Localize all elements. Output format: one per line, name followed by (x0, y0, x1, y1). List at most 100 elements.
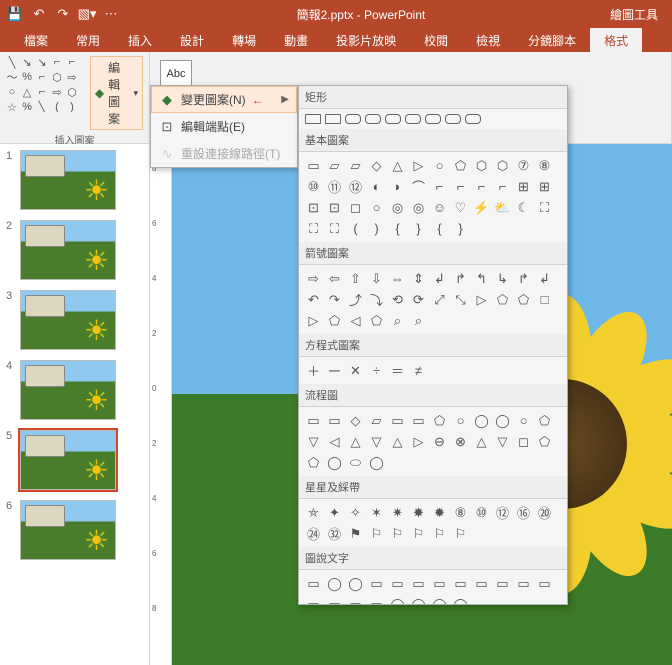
shape-option[interactable]: ⬠ (431, 412, 448, 429)
shape-option[interactable]: ↱ (452, 270, 469, 287)
ribbon-tab-檢視[interactable]: 檢視 (462, 28, 514, 52)
shape-option[interactable]: ▭ (305, 157, 322, 174)
shape-option[interactable]: ▷ (410, 433, 427, 450)
shape-option[interactable]: ▭ (326, 412, 343, 429)
shape-option[interactable] (305, 114, 321, 124)
shape-option[interactable]: ⑧ (536, 157, 553, 174)
shape-option[interactable]: ▭ (515, 575, 532, 592)
shape-option[interactable]: ▭ (431, 575, 448, 592)
shape-option[interactable]: ☾ (515, 199, 532, 216)
shape-option[interactable]: ▭ (347, 596, 364, 605)
shape-option[interactable]: ✶ (368, 504, 385, 521)
shape-style-preset[interactable]: Abc (160, 60, 192, 88)
shape-option[interactable]: ◯ (410, 596, 427, 605)
slide-thumbnail-image[interactable] (20, 290, 116, 350)
shape-option[interactable]: ⬡ (494, 157, 511, 174)
shape-option[interactable]: ⇦ (326, 270, 343, 287)
shape-option[interactable]: ⟳ (410, 291, 427, 308)
ribbon-tab-轉場[interactable]: 轉場 (218, 28, 270, 52)
shape-option[interactable]: ○ (368, 199, 385, 216)
shape-option[interactable] (365, 114, 381, 124)
shape-option[interactable] (405, 114, 421, 124)
shape-option[interactable]: ⛅ (494, 199, 511, 216)
shape-option[interactable]: ⤡ (452, 291, 469, 308)
shape-option[interactable]: } (410, 220, 427, 237)
ribbon-tab-設計[interactable]: 設計 (166, 28, 218, 52)
shape-option[interactable]: ⚐ (431, 525, 448, 542)
edit-points-item[interactable]: ⊡ 編輯端點(E) (151, 113, 297, 140)
shape-option[interactable]: ⌕ (389, 312, 406, 329)
ribbon-tab-檔案[interactable]: 檔案 (10, 28, 62, 52)
slide-thumbnail[interactable]: 4 (6, 360, 143, 420)
shape-option[interactable]: ↰ (473, 270, 490, 287)
shape-option[interactable]: ⇨ (305, 270, 322, 287)
slide-thumbnail[interactable]: 1 (6, 150, 143, 210)
shape-option[interactable]: ◯ (452, 596, 469, 605)
edit-shape-dropdown[interactable]: ◆ 編輯圖案 ▾ (90, 56, 143, 130)
shape-option[interactable]: ⇩ (368, 270, 385, 287)
shape-option[interactable]: ⬠ (305, 454, 322, 471)
shape-option[interactable]: ▷ (305, 312, 322, 329)
shape-option[interactable]: ◯ (389, 596, 406, 605)
shape-option[interactable]: ▭ (368, 575, 385, 592)
shape-option[interactable]: ー (326, 362, 343, 379)
shape-option[interactable]: ◎ (410, 199, 427, 216)
shape-option[interactable]: ↳ (494, 270, 511, 287)
shape-option[interactable]: ⌐ (431, 178, 448, 195)
shape-option[interactable]: ⇕ (410, 270, 427, 287)
ribbon-tab-格式[interactable]: 格式 (590, 28, 642, 52)
shape-option[interactable]: ✧ (347, 504, 364, 521)
shape-option[interactable]: △ (389, 157, 406, 174)
shape-option[interactable]: ◇ (347, 412, 364, 429)
shape-option[interactable]: ㉜ (326, 525, 343, 542)
ribbon-tab-插入[interactable]: 插入 (114, 28, 166, 52)
ribbon-tab-動畫[interactable]: 動畫 (270, 28, 322, 52)
shape-option[interactable]: ◗ (389, 178, 406, 195)
ribbon-tab-常用[interactable]: 常用 (62, 28, 114, 52)
shape-option[interactable]: ⑯ (515, 504, 532, 521)
shape-option[interactable]: ⌐ (494, 178, 511, 195)
shape-option[interactable]: ▭ (305, 412, 322, 429)
shape-option[interactable]: ✦ (326, 504, 343, 521)
shape-option[interactable]: ✹ (431, 504, 448, 521)
slide-thumbnail-image[interactable] (20, 500, 116, 560)
shape-option[interactable]: ↶ (305, 291, 322, 308)
ribbon-tab-分鏡腳本[interactable]: 分鏡腳本 (514, 28, 590, 52)
shape-option[interactable]: ○ (431, 157, 448, 174)
shape-option[interactable]: ◯ (431, 596, 448, 605)
shape-option[interactable]: ⌐ (473, 178, 490, 195)
shape-option[interactable] (445, 114, 461, 124)
shape-option[interactable]: ⛶ (536, 199, 553, 216)
shape-option[interactable]: ) (368, 220, 385, 237)
shape-option[interactable]: ⬠ (326, 312, 343, 329)
shape-option[interactable]: □ (536, 291, 553, 308)
shape-option[interactable]: ⊖ (431, 433, 448, 450)
shape-option[interactable]: ○ (452, 412, 469, 429)
shape-option[interactable]: ◯ (473, 412, 490, 429)
shape-option[interactable]: ✷ (389, 504, 406, 521)
shape-option[interactable]: ▭ (368, 596, 385, 605)
shape-option[interactable]: ◯ (326, 575, 343, 592)
shape-option[interactable] (425, 114, 441, 124)
shape-option[interactable]: ⊞ (515, 178, 532, 195)
save-button[interactable]: 💾 (4, 3, 26, 25)
shape-option[interactable] (325, 114, 341, 124)
shape-option[interactable]: ▭ (305, 596, 322, 605)
shape-option[interactable]: ↲ (536, 270, 553, 287)
shape-option[interactable]: ✕ (347, 362, 364, 379)
shape-option[interactable]: ⊡ (326, 199, 343, 216)
shape-option[interactable]: ▷ (410, 157, 427, 174)
undo-button[interactable]: ↶ (28, 3, 50, 25)
shape-option[interactable]: ⑩ (305, 178, 322, 195)
shape-option[interactable]: ⚐ (452, 525, 469, 542)
shape-option[interactable]: ⑫ (494, 504, 511, 521)
shape-option[interactable]: ◯ (368, 454, 385, 471)
shape-option[interactable]: ⇔ (389, 270, 406, 287)
slide-thumbnail-image[interactable] (20, 150, 116, 210)
slide-thumbnail[interactable]: 2 (6, 220, 143, 280)
shape-option[interactable]: ⛤ (305, 504, 322, 521)
qat-more-button[interactable]: ⋯ (100, 3, 122, 25)
shape-option[interactable]: ▭ (410, 412, 427, 429)
shape-option[interactable]: ◐ (368, 178, 385, 195)
shape-option[interactable]: ⟲ (389, 291, 406, 308)
